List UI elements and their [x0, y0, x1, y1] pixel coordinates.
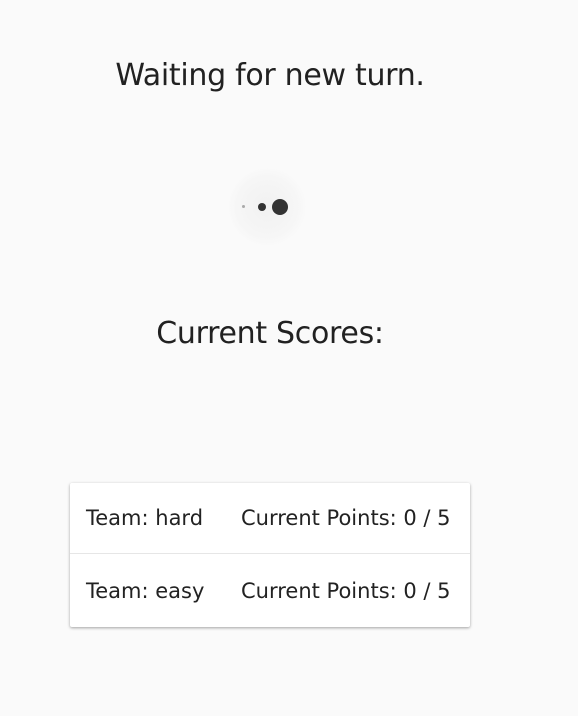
waiting-title: Waiting for new turn.	[115, 58, 425, 93]
table-row: Team: hard Current Points: 0 / 5	[70, 483, 470, 554]
spinner-dot-icon	[242, 205, 245, 208]
scores-table: Team: hard Current Points: 0 / 5 Team: e…	[70, 483, 470, 627]
team-name: Team: hard	[86, 506, 204, 530]
scores-title: Current Scores:	[156, 316, 384, 351]
team-name: Team: easy	[86, 578, 205, 603]
loading-spinner	[228, 168, 306, 246]
spinner-dot-icon	[272, 199, 288, 215]
page: Waiting for new turn. Current Scores: Te…	[0, 0, 578, 716]
spinner-dot-icon	[258, 203, 266, 211]
table-row: Team: easy Current Points: 0 / 5	[70, 554, 470, 627]
team-points: Current Points: 0 / 5	[241, 506, 451, 530]
team-points: Current Points: 0 / 5	[241, 578, 451, 603]
